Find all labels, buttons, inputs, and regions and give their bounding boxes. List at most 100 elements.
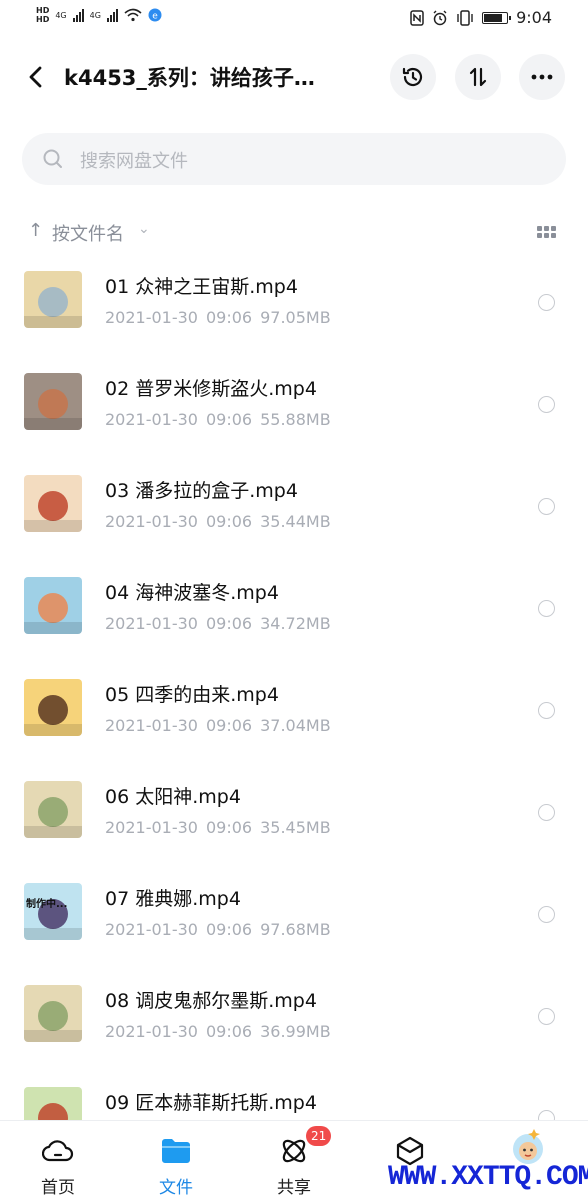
file-name: 02 普罗米修斯盗火.mp4 [105,378,317,400]
signal-label-2: 4G [89,10,101,20]
select-checkbox[interactable] [538,1008,555,1025]
search-placeholder: 搜索网盘文件 [80,151,188,172]
thumb-figure [38,491,68,521]
file-time: 09:06 [205,1022,253,1041]
file-row[interactable]: 03 潘多拉的盒子.mp4 2021-01-30 09:06 35.44MB [0,466,588,568]
sort-by-name-dropdown[interactable]: 按文件名 [52,220,124,246]
file-row[interactable]: 02 普罗米修斯盗火.mp4 2021-01-30 09:06 55.88MB [0,364,588,466]
header: k4453_系列：讲给孩子… [0,50,588,106]
video-thumbnail [24,271,82,328]
sort-button[interactable] [455,54,501,100]
file-row[interactable]: 06 太阳神.mp4 2021-01-30 09:06 35.45MB [0,772,588,874]
video-thumbnail: 制作中... [24,883,82,940]
file-row[interactable]: 01 众神之王宙斯.mp4 2021-01-30 09:06 97.05MB [0,262,588,364]
file-date: 2021-01-30 [105,512,198,531]
alarm-icon [433,10,447,25]
nfc-icon [410,9,424,26]
status-left: HD HD 4G 4G e [36,6,162,24]
thumb-caption: 制作中... [26,899,68,910]
select-checkbox[interactable] [538,498,555,515]
thumb-figure [38,593,68,623]
file-meta: 2021-01-30 09:06 35.45MB [105,818,339,837]
history-button[interactable] [390,54,436,100]
file-name: 01 众神之王宙斯.mp4 [105,276,298,298]
file-time: 09:06 [205,512,253,531]
file-size: 34.72MB [260,614,331,633]
chevron-down-icon[interactable]: ⌄ [138,221,150,237]
back-button[interactable] [22,60,52,94]
tab-files[interactable]: 文件 [126,1121,226,1200]
sort-direction-icon[interactable]: ↑ [28,220,43,241]
clock: 9:04 [516,8,552,27]
video-thumbnail [24,475,82,532]
file-name: 08 调皮鬼郝尔墨斯.mp4 [105,990,317,1012]
file-row[interactable]: 05 四季的由来.mp4 2021-01-30 09:06 37.04MB [0,670,588,772]
select-checkbox[interactable] [538,294,555,311]
file-size: 36.99MB [260,1022,331,1041]
file-date: 2021-01-30 [105,410,198,429]
file-meta: 2021-01-30 09:06 97.05MB [105,308,339,327]
file-row[interactable]: 09 匠本赫菲斯托斯.mp4 [0,1078,588,1122]
video-thumbnail [24,679,82,736]
file-time: 09:06 [205,308,253,327]
grid-view-icon[interactable] [537,226,556,238]
select-checkbox[interactable] [538,396,555,413]
thumb-ground [24,418,82,430]
wifi-icon [124,8,142,22]
search-input[interactable]: 搜索网盘文件 [22,133,566,185]
home-cloud-icon [42,1135,74,1167]
select-checkbox[interactable] [538,906,555,923]
page-title: k4453_系列：讲给孩子… [64,66,315,90]
video-thumbnail [24,781,82,838]
file-meta: 2021-01-30 09:06 37.04MB [105,716,339,735]
share-atom-icon [278,1135,310,1167]
watermark: WWW.XXTTQ.COM [388,1162,588,1193]
file-name: 04 海神波塞冬.mp4 [105,582,279,604]
file-name: 07 雅典娜.mp4 [105,888,241,910]
thumb-ground [24,316,82,328]
thumb-ground [24,826,82,838]
tab-home-label: 首页 [41,1178,75,1198]
file-size: 35.45MB [260,818,331,837]
more-button[interactable] [519,54,565,100]
file-row[interactable]: 08 调皮鬼郝尔墨斯.mp4 2021-01-30 09:06 36.99MB [0,976,588,1078]
video-thumbnail [24,985,82,1042]
tab-home[interactable]: 首页 [8,1121,108,1200]
sort-icon [469,67,487,87]
file-name: 06 太阳神.mp4 [105,786,241,808]
file-size: 55.88MB [260,410,331,429]
select-checkbox[interactable] [538,804,555,821]
file-time: 09:06 [205,920,253,939]
thumb-ground [24,1030,82,1042]
file-time: 09:06 [205,410,253,429]
file-meta: 2021-01-30 09:06 55.88MB [105,410,339,429]
thumb-figure [38,287,68,317]
avatar-icon [508,1127,548,1167]
hd-label-2: HD [36,15,50,24]
file-list: 01 众神之王宙斯.mp4 2021-01-30 09:06 97.05MB 02 普罗… [0,262,588,1122]
video-thumbnail [24,1087,82,1122]
thumb-ground [24,622,82,634]
file-time: 09:06 [205,716,253,735]
thumb-figure [38,797,68,827]
select-checkbox[interactable] [538,702,555,719]
hd-label-1: HD [36,6,50,15]
file-row[interactable]: 04 海神波塞冬.mp4 2021-01-30 09:06 34.72MB [0,568,588,670]
tab-files-label: 文件 [159,1178,193,1198]
thumb-ground [24,928,82,940]
app-notification-icon: e [148,8,162,22]
video-thumbnail [24,577,82,634]
thumb-figure [38,389,68,419]
file-size: 37.04MB [260,716,331,735]
file-name: 03 潘多拉的盒子.mp4 [105,480,298,502]
file-row[interactable]: 制作中... 07 雅典娜.mp4 2021-01-30 09:06 97.68MB [0,874,588,976]
file-date: 2021-01-30 [105,818,198,837]
file-name: 05 四季的由来.mp4 [105,684,279,706]
select-checkbox[interactable] [538,600,555,617]
thumb-ground [24,724,82,736]
status-right: 9:04 [410,8,552,27]
file-time: 09:06 [205,614,253,633]
file-date: 2021-01-30 [105,308,198,327]
thumb-figure [38,1001,68,1031]
file-size: 35.44MB [260,512,331,531]
